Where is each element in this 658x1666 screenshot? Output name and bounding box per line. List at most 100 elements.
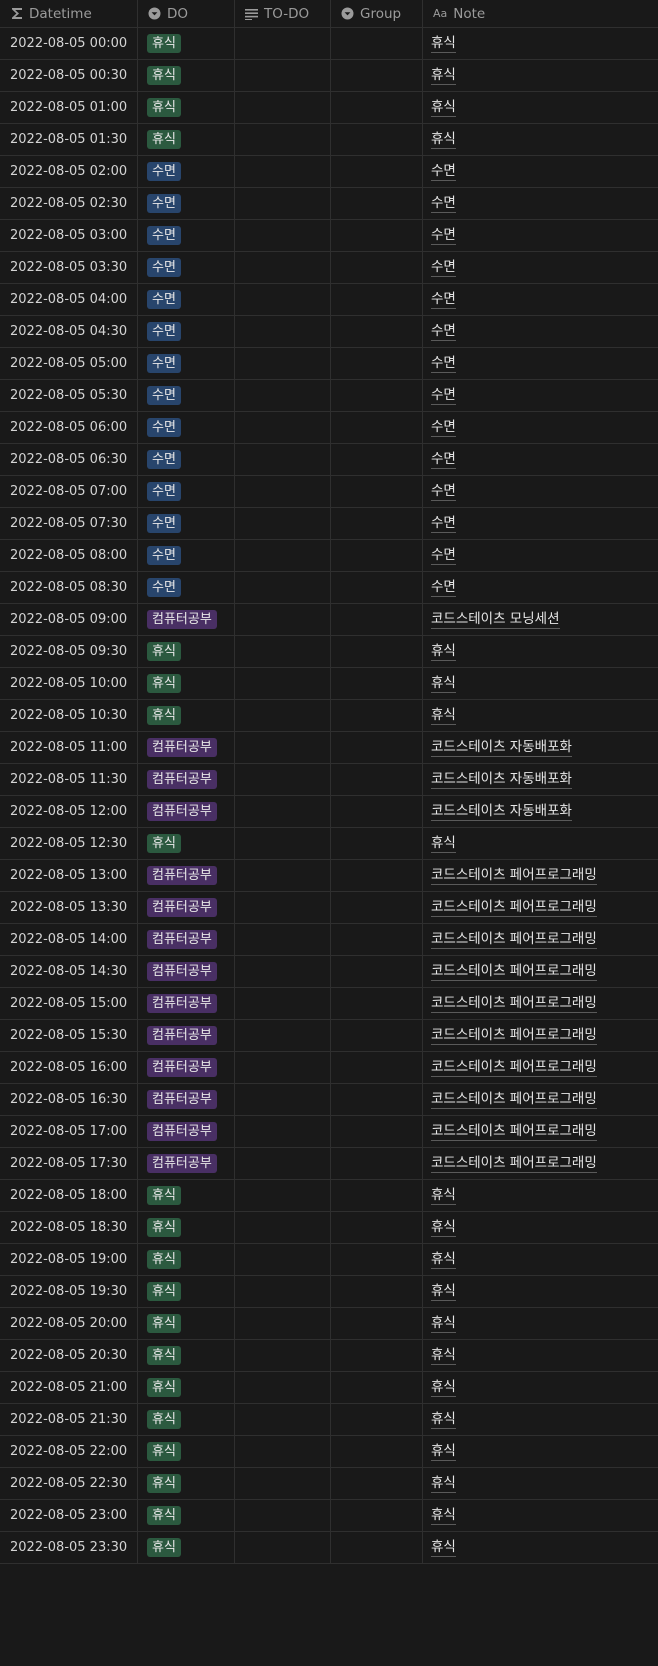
note-title-link[interactable]: 수면 [431,195,456,213]
note-title-link[interactable]: 휴식 [431,835,456,853]
cell-do[interactable]: 컴퓨터공부 [138,604,235,635]
cell-do[interactable]: 휴식 [138,1244,235,1275]
cell-datetime[interactable]: 2022-08-05 05:30 [0,380,138,411]
note-title-link[interactable]: 코드스테이츠 페어프로그래밍 [431,899,597,917]
note-title-link[interactable]: 휴식 [431,1219,456,1237]
table-row[interactable]: 2022-08-05 17:30 컴퓨터공부 코드스테이츠 페어프로그래밍 [0,1148,658,1180]
cell-datetime[interactable]: 2022-08-05 01:00 [0,92,138,123]
cell-todo[interactable] [235,700,331,731]
cell-datetime[interactable]: 2022-08-05 01:30 [0,124,138,155]
table-row[interactable]: 2022-08-05 08:00 수면 수면 [0,540,658,572]
cell-note[interactable]: 수면 [423,412,658,443]
table-row[interactable]: 2022-08-05 01:30 휴식 휴식 [0,124,658,156]
table-row[interactable]: 2022-08-05 00:30 휴식 휴식 [0,60,658,92]
cell-group[interactable] [331,1500,423,1531]
cell-todo[interactable] [235,348,331,379]
table-row[interactable]: 2022-08-05 19:30 휴식 휴식 [0,1276,658,1308]
note-title-link[interactable]: 코드스테이츠 자동배포화 [431,803,572,821]
cell-note[interactable]: 휴식 [423,92,658,123]
note-title-link[interactable]: 휴식 [431,707,456,725]
cell-do[interactable]: 컴퓨터공부 [138,860,235,891]
cell-group[interactable] [331,764,423,795]
cell-do[interactable]: 수면 [138,412,235,443]
cell-group[interactable] [331,1148,423,1179]
cell-do[interactable]: 수면 [138,348,235,379]
cell-group[interactable] [331,220,423,251]
cell-datetime[interactable]: 2022-08-05 19:00 [0,1244,138,1275]
cell-group[interactable] [331,1212,423,1243]
cell-todo[interactable] [235,124,331,155]
cell-group[interactable] [331,668,423,699]
cell-do[interactable]: 수면 [138,316,235,347]
cell-do[interactable]: 수면 [138,444,235,475]
cell-todo[interactable] [235,444,331,475]
cell-group[interactable] [331,1372,423,1403]
cell-todo[interactable] [235,156,331,187]
cell-datetime[interactable]: 2022-08-05 02:30 [0,188,138,219]
cell-datetime[interactable]: 2022-08-05 16:00 [0,1052,138,1083]
note-title-link[interactable]: 휴식 [431,1443,456,1461]
cell-do[interactable]: 컴퓨터공부 [138,956,235,987]
column-header-note[interactable]: Aa Note [423,0,658,27]
cell-group[interactable] [331,892,423,923]
cell-datetime[interactable]: 2022-08-05 09:30 [0,636,138,667]
cell-datetime[interactable]: 2022-08-05 09:00 [0,604,138,635]
cell-group[interactable] [331,636,423,667]
cell-do[interactable]: 휴식 [138,700,235,731]
cell-note[interactable]: 휴식 [423,668,658,699]
cell-datetime[interactable]: 2022-08-05 20:00 [0,1308,138,1339]
note-title-link[interactable]: 수면 [431,323,456,341]
cell-note[interactable]: 코드스테이츠 페어프로그래밍 [423,860,658,891]
cell-todo[interactable] [235,1020,331,1051]
cell-note[interactable]: 휴식 [423,60,658,91]
cell-datetime[interactable]: 2022-08-05 15:30 [0,1020,138,1051]
cell-group[interactable] [331,284,423,315]
cell-note[interactable]: 코드스테이츠 페어프로그래밍 [423,1084,658,1115]
cell-datetime[interactable]: 2022-08-05 17:30 [0,1148,138,1179]
cell-note[interactable]: 휴식 [423,1276,658,1307]
cell-do[interactable]: 수면 [138,156,235,187]
cell-note[interactable]: 코드스테이츠 페어프로그래밍 [423,988,658,1019]
cell-datetime[interactable]: 2022-08-05 21:30 [0,1404,138,1435]
cell-datetime[interactable]: 2022-08-05 14:30 [0,956,138,987]
cell-do[interactable]: 컴퓨터공부 [138,1084,235,1115]
cell-group[interactable] [331,860,423,891]
note-title-link[interactable]: 휴식 [431,1347,456,1365]
cell-group[interactable] [331,604,423,635]
cell-group[interactable] [331,508,423,539]
table-row[interactable]: 2022-08-05 05:00 수면 수면 [0,348,658,380]
cell-datetime[interactable]: 2022-08-05 04:00 [0,284,138,315]
table-row[interactable]: 2022-08-05 15:30 컴퓨터공부 코드스테이츠 페어프로그래밍 [0,1020,658,1052]
table-row[interactable]: 2022-08-05 03:30 수면 수면 [0,252,658,284]
table-row[interactable]: 2022-08-05 00:00 휴식 휴식 [0,28,658,60]
cell-do[interactable]: 수면 [138,252,235,283]
cell-group[interactable] [331,956,423,987]
cell-datetime[interactable]: 2022-08-05 17:00 [0,1116,138,1147]
cell-do[interactable]: 수면 [138,188,235,219]
note-title-link[interactable]: 수면 [431,515,456,533]
cell-do[interactable]: 휴식 [138,1404,235,1435]
cell-datetime[interactable]: 2022-08-05 11:30 [0,764,138,795]
cell-do[interactable]: 휴식 [138,1372,235,1403]
cell-todo[interactable] [235,956,331,987]
cell-group[interactable] [331,1084,423,1115]
cell-datetime[interactable]: 2022-08-05 07:30 [0,508,138,539]
cell-group[interactable] [331,1244,423,1275]
cell-todo[interactable] [235,28,331,59]
note-title-link[interactable]: 코드스테이츠 페어프로그래밍 [431,1059,597,1077]
cell-datetime[interactable]: 2022-08-05 12:30 [0,828,138,859]
cell-note[interactable]: 휴식 [423,1532,658,1563]
note-title-link[interactable]: 휴식 [431,1379,456,1397]
cell-note[interactable]: 휴식 [423,124,658,155]
cell-note[interactable]: 휴식 [423,636,658,667]
note-title-link[interactable]: 수면 [431,355,456,373]
note-title-link[interactable]: 수면 [431,163,456,181]
cell-note[interactable]: 코드스테이츠 페어프로그래밍 [423,1116,658,1147]
cell-todo[interactable] [235,828,331,859]
cell-note[interactable]: 휴식 [423,1404,658,1435]
table-row[interactable]: 2022-08-05 09:00 컴퓨터공부 코드스테이츠 모닝세션 [0,604,658,636]
cell-datetime[interactable]: 2022-08-05 10:30 [0,700,138,731]
cell-note[interactable]: 코드스테이츠 자동배포화 [423,764,658,795]
table-row[interactable]: 2022-08-05 09:30 휴식 휴식 [0,636,658,668]
cell-datetime[interactable]: 2022-08-05 08:30 [0,572,138,603]
